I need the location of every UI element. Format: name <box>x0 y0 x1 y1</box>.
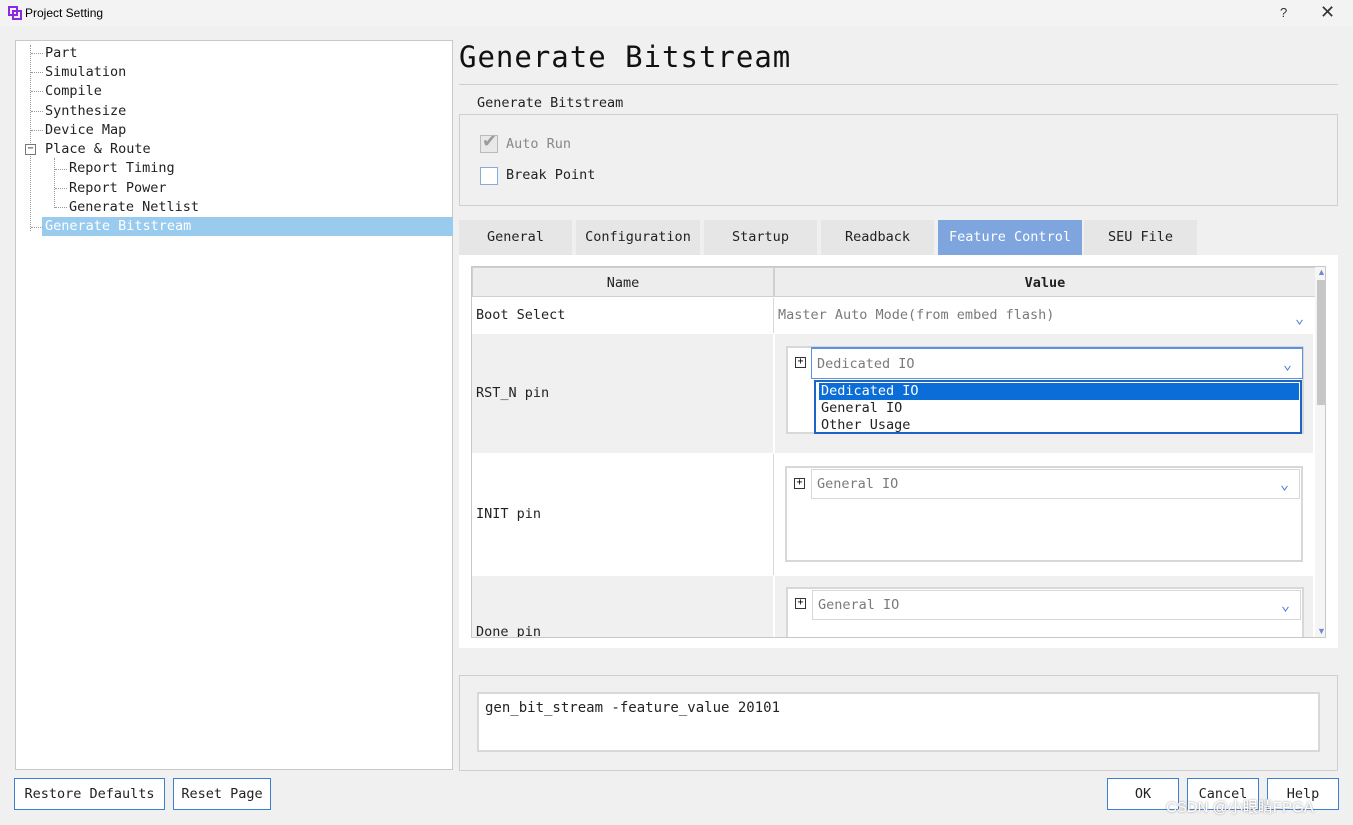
watermark: CSDN @小眼睛FPGA <box>1166 799 1314 816</box>
row-value-init-pin: + General IO ⌄ <box>773 454 1313 575</box>
restore-defaults-button[interactable]: Restore Defaults <box>14 778 165 810</box>
tree-guide <box>31 91 43 92</box>
feature-control-grid: Name Value Boot Select Master Auto Mode(… <box>471 266 1326 638</box>
rst-n-pin-combo[interactable]: Dedicated IO ⌄ <box>811 347 1303 379</box>
app-icon <box>8 6 22 20</box>
tree-item-device-map[interactable]: Device Map <box>45 121 126 140</box>
dropdown-option-dedicated-io[interactable]: Dedicated IO <box>819 383 1299 400</box>
break-point-label: Break Point <box>506 167 596 183</box>
checkmark-icon: ✔ <box>482 131 498 151</box>
tree-guide <box>31 227 43 228</box>
boot-select-value: Master Auto Mode(from embed flash) <box>778 307 1055 323</box>
tab-startup[interactable]: Startup <box>704 220 817 255</box>
row-label-init-pin: INIT pin <box>472 454 773 575</box>
title-bar <box>0 0 1353 27</box>
done-pin-combo[interactable]: General IO ⌄ <box>812 590 1301 620</box>
scroll-down-icon[interactable]: ▼ <box>1317 626 1325 636</box>
done-pin-value: General IO <box>818 597 900 613</box>
tree-guide <box>54 158 55 208</box>
help-icon[interactable]: ? <box>1280 5 1287 20</box>
close-icon[interactable]: ✕ <box>1320 2 1335 23</box>
tab-general[interactable]: General <box>459 220 572 255</box>
break-point-checkbox[interactable] <box>480 167 498 185</box>
chevron-down-icon[interactable]: ⌄ <box>1280 470 1289 499</box>
row-label-rst-n-pin: RST_N pin <box>472 334 773 453</box>
chevron-down-icon[interactable]: ⌄ <box>1295 301 1304 335</box>
tree-guide <box>55 169 67 170</box>
rst-n-pin-dropdown-list: Dedicated IO General IO Other Usage <box>814 380 1302 434</box>
tree-guide <box>31 53 43 54</box>
rst-n-pin-value: Dedicated IO <box>817 356 915 372</box>
tree-guide <box>31 111 43 112</box>
tree-guide <box>55 188 67 189</box>
tree-guide <box>55 207 67 208</box>
boot-select-combo[interactable]: Master Auto Mode(from embed flash) ⌄ <box>774 298 1314 333</box>
section-label: Generate Bitstream <box>477 95 624 111</box>
dropdown-option-other-usage[interactable]: Other Usage <box>819 417 1299 434</box>
divider <box>459 84 1338 85</box>
row-value-done-pin: + General IO ⌄ <box>773 576 1313 637</box>
tree-item-simulation[interactable]: Simulation <box>45 63 126 82</box>
reset-page-button[interactable]: Reset Page <box>173 778 271 810</box>
tree-item-compile[interactable]: Compile <box>45 82 102 101</box>
run-options-group <box>459 114 1338 206</box>
auto-run-label: Auto Run <box>506 136 572 152</box>
row-value-boot-select: Master Auto Mode(from embed flash) ⌄ <box>773 298 1314 333</box>
init-pin-combo[interactable]: General IO ⌄ <box>811 469 1300 499</box>
chevron-down-icon[interactable]: ⌄ <box>1283 349 1292 379</box>
tree-item-report-timing[interactable]: Report Timing <box>69 159 175 178</box>
tab-seu-file[interactable]: SEU File <box>1084 220 1197 255</box>
scrollbar-thumb[interactable] <box>1317 280 1325 405</box>
row-label-boot-select: Boot Select <box>472 298 773 333</box>
tree-item-part[interactable]: Part <box>45 44 78 63</box>
tree-item-generate-bitstream[interactable]: Generate Bitstream <box>45 217 191 236</box>
init-pin-value: General IO <box>817 476 899 492</box>
tree-guide <box>31 72 43 73</box>
expand-icon[interactable]: + <box>795 357 806 368</box>
tree-item-report-power[interactable]: Report Power <box>69 179 167 198</box>
expand-icon[interactable]: + <box>795 598 806 609</box>
tab-configuration[interactable]: Configuration <box>576 220 700 255</box>
dropdown-option-general-io[interactable]: General IO <box>819 400 1299 417</box>
command-preview[interactable]: gen_bit_stream -feature_value 20101 <box>477 692 1320 752</box>
row-label-done-pin: Done pin <box>472 576 773 637</box>
collapse-icon[interactable]: − <box>25 144 36 155</box>
expand-icon[interactable]: + <box>794 478 805 489</box>
window-title: Project Setting <box>25 6 104 20</box>
column-header-name[interactable]: Name <box>472 267 774 297</box>
settings-tree: − Part Simulation Compile Synthesize Dev… <box>15 40 453 770</box>
chevron-down-icon[interactable]: ⌄ <box>1281 591 1290 620</box>
scroll-up-icon[interactable]: ▲ <box>1317 267 1325 277</box>
tree-item-place-route[interactable]: Place & Route <box>45 140 151 159</box>
tree-item-synthesize[interactable]: Synthesize <box>45 102 126 121</box>
tab-readback[interactable]: Readback <box>821 220 934 255</box>
tree-item-generate-netlist[interactable]: Generate Netlist <box>69 198 199 217</box>
tab-feature-control[interactable]: Feature Control <box>938 220 1082 255</box>
column-header-value[interactable]: Value <box>774 267 1316 297</box>
tree-guide <box>31 130 43 131</box>
page-title: Generate Bitstream <box>459 40 792 74</box>
